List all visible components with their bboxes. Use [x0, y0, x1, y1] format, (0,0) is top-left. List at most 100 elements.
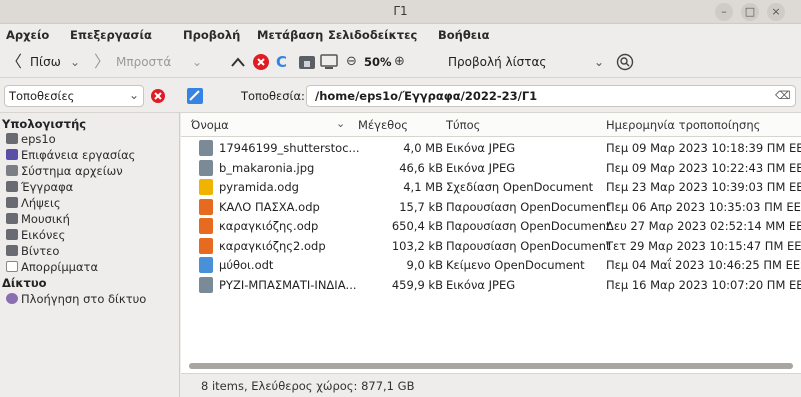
table-row[interactable]: b_makaronia.jpg 46,6 kB Εικόνα JPEG Πεμ 09 … [181, 159, 801, 177]
title-bar[interactable]: Γ1 – □ × [0, 0, 801, 24]
edit-location-icon[interactable] [186, 87, 204, 105]
zoom-in-icon[interactable]: ⊕ [394, 51, 405, 73]
computer-header: Υπολογιστής [2, 117, 87, 131]
file-modified: Πεμ 09 Μαρ 2023 10:22:43 ΠΜ EET [606, 160, 801, 175]
reload-icon[interactable]: C [276, 51, 287, 73]
documents-folder-icon [6, 181, 18, 192]
file-modified: Πεμ 16 Μαρ 2023 10:07:20 ΠΜ EET [606, 277, 801, 292]
sidebar-item-label: Πλοήγηση στο δίκτυο [21, 292, 147, 306]
clear-field-icon[interactable]: ⌫ [775, 89, 791, 102]
scrollbar-thumb[interactable] [189, 363, 793, 369]
location-bar: Τοποθεσίες ⌄ Τοποθεσία: /home/eps1o/Έγγρ… [0, 79, 801, 113]
search-icon[interactable] [616, 53, 634, 71]
menu-bar: Αρχείο Επεξεργασία Προβολή Μετάβαση Σελι… [0, 24, 801, 46]
file-type: Σχεδίαση OpenDocument [446, 180, 594, 194]
forward-button[interactable]: 〉 Μπροστά ⌄ [94, 51, 202, 73]
sidebar-item-label: Εικόνες [21, 228, 66, 242]
column-header-modified[interactable]: Ημερομηνία τροποποίησης [606, 118, 760, 132]
file-name: μύθοι.odt [219, 258, 274, 272]
file-name: pyramida.odg [219, 180, 299, 194]
presentation-file-icon [199, 198, 213, 215]
menu-help[interactable]: Βοήθεια [438, 28, 490, 42]
chevron-down-icon: ⌄ [192, 55, 203, 69]
file-modified: Πεμ 23 Μαρ 2023 10:39:03 ΠΜ EET [606, 180, 801, 194]
file-manager-window: Γ1 – □ × Αρχείο Επεξεργασία Προβολή Μετά… [0, 0, 801, 397]
file-name: καραγκιόζης.odp [219, 219, 319, 233]
file-modified: Δευ 27 Μαρ 2023 02:52:14 ΜΜ EEST [606, 219, 801, 233]
table-row[interactable]: ΚΑΛΟ ΠΑΣΧΑ.odp 15,7 kB Παρουσίαση OpenDocu… [181, 198, 801, 216]
file-type: Παρουσίαση OpenDocument [446, 238, 611, 253]
column-header-size[interactable]: Μέγεθος [358, 118, 408, 132]
table-row[interactable]: καραγκιόζης2.odp 103,2 kB Παρουσίαση OpenD… [181, 237, 801, 255]
file-size: 103,2 kB [391, 238, 443, 253]
sidebar-item-label: Μουσική [21, 212, 70, 226]
status-bar: 8 items, Ελεύθερος χώρος: 877,1 GB [181, 373, 801, 397]
close-sidebar-icon[interactable] [150, 88, 166, 104]
file-type: Κείμενο OpenDocument [446, 258, 585, 272]
file-type: Εικόνα JPEG [446, 277, 516, 292]
location-label: Τοποθεσία: [241, 89, 305, 103]
trash-icon [6, 261, 18, 272]
file-size: 15,7 kB [399, 199, 443, 214]
zoom-out-icon[interactable]: ⊖ [346, 51, 357, 73]
table-row[interactable]: 17946199_shutterstoc... 4,0 MB Εικόνα JPEG… [181, 139, 801, 157]
table-row[interactable]: pyramida.odg 4,1 MB Σχεδίαση OpenDocument Π… [181, 178, 801, 196]
window-title: Γ1 [393, 4, 408, 18]
file-size: 4,1 MB [403, 180, 443, 194]
horizontal-scrollbar[interactable] [189, 363, 793, 369]
back-button[interactable]: 〈 Πίσω ⌄ [6, 51, 80, 73]
file-type: Εικόνα JPEG [446, 160, 516, 175]
back-label: Πίσω [30, 55, 61, 69]
sort-chevron-icon: ⌄ [336, 117, 346, 130]
maximize-icon[interactable]: □ [741, 3, 759, 21]
downloads-folder-icon [6, 197, 18, 208]
stop-icon[interactable] [252, 53, 270, 71]
image-file-icon [199, 159, 213, 176]
menu-bookmarks[interactable]: Σελιδοδείκτες [328, 28, 417, 42]
zoom-level: 50% [364, 55, 392, 69]
videos-folder-icon [6, 245, 18, 256]
sidebar-item-label: Απορρίμματα [21, 260, 99, 274]
file-type: Παρουσίαση OpenDocument [446, 199, 611, 214]
places-dropdown[interactable]: Τοποθεσίες ⌄ [4, 85, 144, 107]
sidebar-item-label: Έγγραφα [21, 180, 74, 194]
menu-view[interactable]: Προβολή [183, 28, 240, 42]
desktop-icon [6, 149, 18, 160]
table-row[interactable]: καραγκιόζης.odp 650,4 kB Παρουσίαση OpenDo… [181, 217, 801, 235]
location-path: /home/eps1o/Έγγραφα/2022-23/Γ1 [315, 89, 538, 103]
menu-edit[interactable]: Επεξεργασία [70, 28, 152, 42]
file-modified: Πεμ 06 Απρ 2023 10:35:03 ΠΜ EEST [606, 199, 801, 214]
file-size: 46,6 kB [399, 160, 443, 175]
chevron-down-icon: ⌄ [129, 88, 140, 102]
image-file-icon [199, 140, 213, 156]
image-file-icon [199, 276, 213, 293]
presentation-file-icon [199, 237, 213, 254]
minimize-icon[interactable]: – [715, 3, 733, 21]
location-path-field[interactable]: /home/eps1o/Έγγραφα/2022-23/Γ1 ⌫ [306, 85, 796, 107]
forward-arrow-icon: 〉 [94, 52, 111, 71]
column-header-name[interactable]: Όνομα [191, 118, 229, 132]
sidebar-item-label: Λήψεις [21, 196, 61, 210]
home-folder-icon [6, 133, 18, 144]
up-arrow-icon[interactable] [230, 56, 246, 68]
places-dropdown-value: Τοποθεσίες [9, 89, 75, 103]
menu-file[interactable]: Αρχείο [6, 28, 49, 42]
music-folder-icon [6, 213, 18, 224]
file-list: Όνομα ⌄ Μέγεθος Τύπος Ημερομηνία τροποπο… [181, 113, 801, 397]
close-icon[interactable]: × [767, 3, 785, 21]
table-row[interactable]: μύθοι.odt 9,0 kB Κείμενο OpenDocument Πεμ 0… [181, 256, 801, 274]
file-modified: Πεμ 04 Μαΐ 2023 10:46:25 ΠΜ EEST [606, 258, 801, 272]
network-header: Δίκτυο [2, 276, 47, 290]
view-mode-value: Προβολή λίστας [448, 55, 547, 69]
view-mode-select[interactable]: Προβολή λίστας ⌄ [418, 51, 606, 73]
file-name: 17946199_shutterstoc... [219, 141, 360, 155]
column-header-type[interactable]: Τύπος [446, 118, 480, 132]
home-icon[interactable] [298, 53, 316, 71]
menu-go[interactable]: Μετάβαση [257, 28, 323, 42]
back-arrow-icon: 〈 [6, 52, 23, 71]
table-row[interactable]: ΡΥΖΙ-ΜΠΑΣΜΑΤΙ-ΙΝΔΙΑ... 459,9 kB Εικόνα JPE… [181, 276, 801, 294]
file-size: 4,0 MB [403, 141, 443, 155]
places-sidebar: Υπολογιστής eps1o Επιφάνεια εργασίας Σύσ… [0, 113, 180, 397]
status-text: 8 items, Ελεύθερος χώρος: 877,1 GB [201, 379, 415, 393]
computer-icon[interactable] [320, 53, 338, 71]
